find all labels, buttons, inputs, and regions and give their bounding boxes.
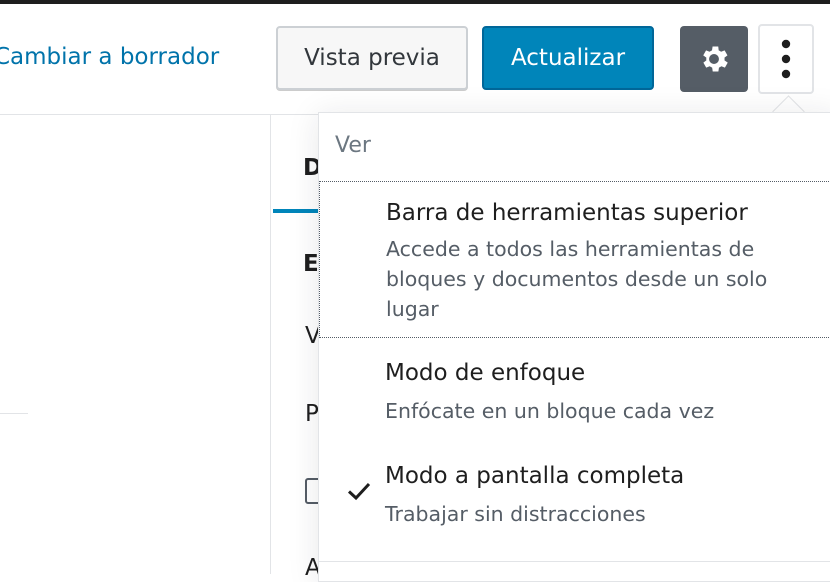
menu-item-label: Barra de herramientas superior xyxy=(386,200,748,226)
menu-separator xyxy=(319,561,830,562)
menu-item-spotlight-mode[interactable]: Modo de enfoque Enfócate en un bloque ca… xyxy=(319,348,830,443)
check-icon xyxy=(347,482,371,501)
more-vertical-icon xyxy=(781,39,791,79)
gear-icon xyxy=(703,46,728,72)
switch-to-draft-link[interactable]: Cambiar a borrador xyxy=(0,44,219,70)
settings-button[interactable] xyxy=(680,26,748,92)
menu-item-description: Enfócate en un bloque cada vez xyxy=(385,399,715,423)
editor-header: Cambiar a borrador Vista previa Actualiz… xyxy=(0,4,830,115)
menu-item-description: Trabajar sin distracciones xyxy=(385,502,646,526)
update-button[interactable]: Actualizar xyxy=(482,26,654,90)
more-tools-button[interactable] xyxy=(758,24,814,94)
sidebar-panel-heading[interactable]: E xyxy=(303,251,319,277)
menu-group-label: Ver xyxy=(335,133,371,158)
menu-item-description: Accede a todos las herramientas de bloqu… xyxy=(386,237,768,321)
menu-item-label: Modo de enfoque xyxy=(385,360,586,386)
menu-item-label: Modo a pantalla completa xyxy=(385,463,685,489)
preview-button[interactable]: Vista previa xyxy=(276,26,468,90)
sidebar-row: P xyxy=(305,401,319,427)
menu-item-fullscreen-mode[interactable]: Modo a pantalla completa Trabajar sin di… xyxy=(319,453,830,553)
content-divider xyxy=(0,413,28,414)
menu-item-top-toolbar[interactable]: Barra de herramientas superior Accede a … xyxy=(319,181,830,338)
more-tools-menu: Ver Barra de herramientas superior Acced… xyxy=(318,112,830,582)
